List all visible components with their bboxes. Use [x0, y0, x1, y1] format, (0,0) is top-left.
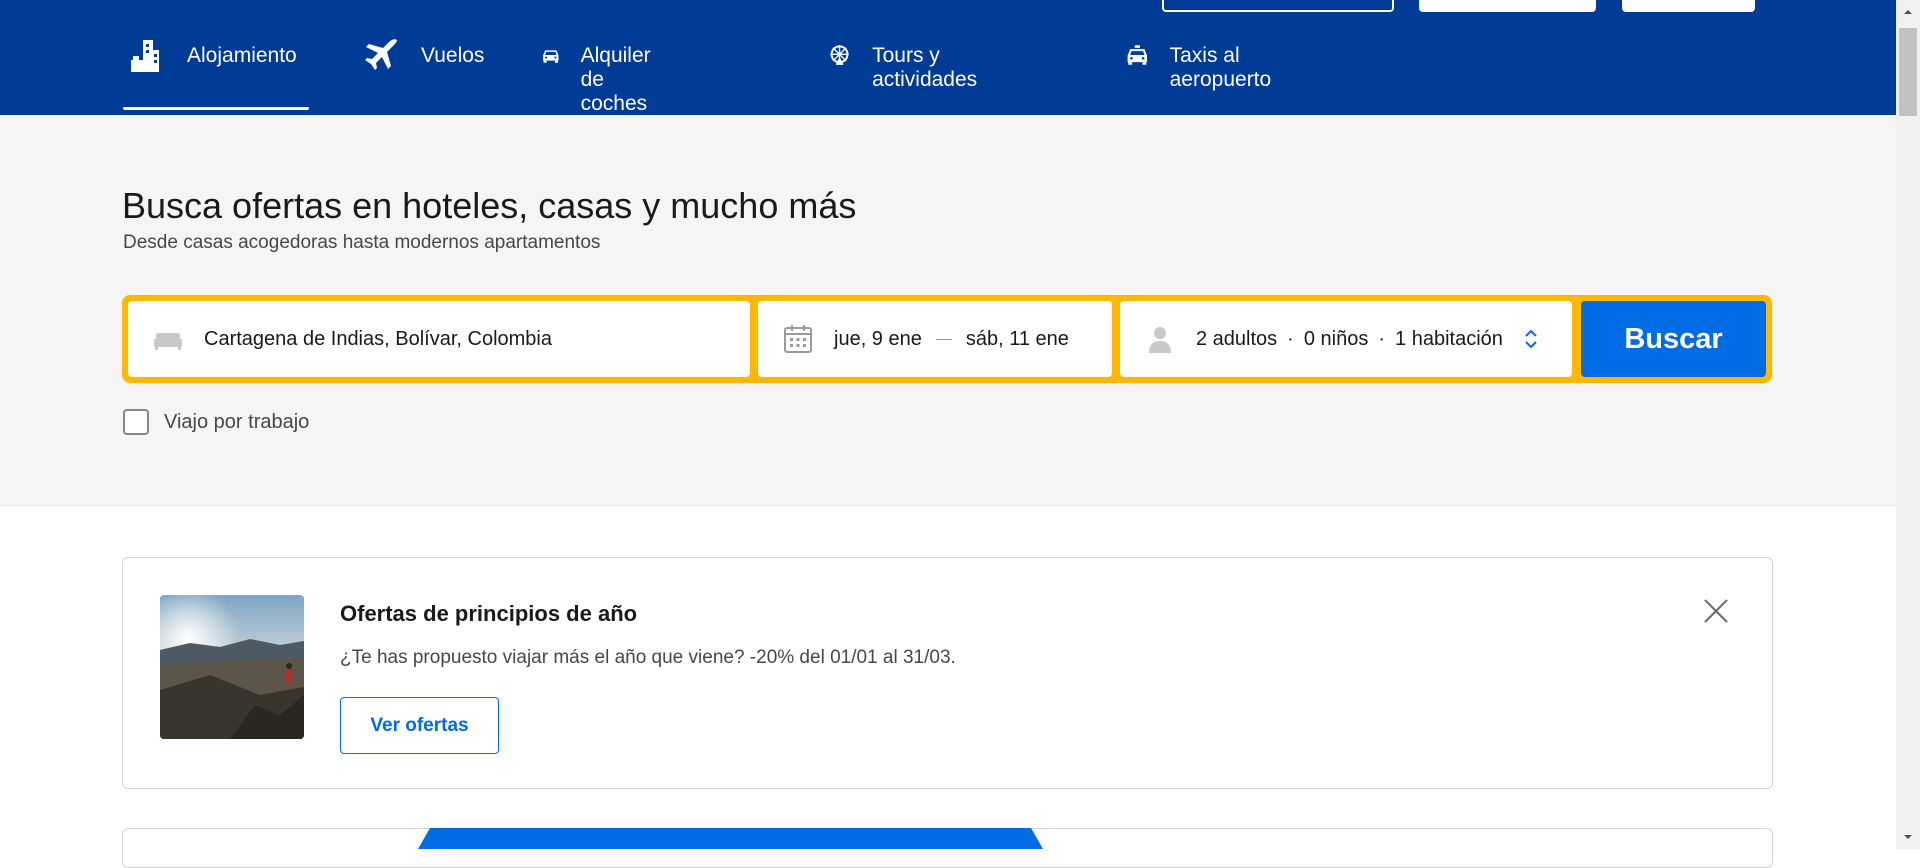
checkin-date: jue, 9 ene	[834, 327, 922, 350]
close-icon[interactable]	[1701, 596, 1731, 626]
bed-building-icon	[131, 40, 159, 72]
ferris-wheel-icon	[830, 45, 849, 65]
search-bar: Cartagena de Indias, Bolívar, Colombia j…	[122, 295, 1772, 383]
work-trip-checkbox[interactable]: Viajo por trabajo	[123, 409, 309, 435]
promo-card: Ofertas de principios de año ¿Te has pro…	[122, 557, 1773, 789]
nav-label: Tours y actividades	[872, 44, 978, 91]
header-button-3[interactable]	[1622, 0, 1755, 12]
mountain-landscape-image	[160, 595, 304, 739]
guests-field[interactable]: 2 adultos · 0 niños · 1 habitación	[1120, 301, 1572, 377]
nav-item-taxis[interactable]: Taxis al aeropuerto	[1125, 44, 1285, 98]
person-icon	[1149, 327, 1171, 353]
banner-shape-partial	[418, 828, 1043, 849]
nav-label: Alquiler de coches	[580, 44, 651, 115]
header-button-2[interactable]	[1419, 0, 1596, 12]
promo-image	[160, 595, 304, 739]
page-scrollbar[interactable]	[1896, 0, 1920, 849]
header-button-1[interactable]	[1162, 0, 1394, 12]
view-offers-button[interactable]: Ver ofertas	[340, 697, 499, 754]
promo-title: Ofertas de principios de año	[340, 601, 638, 626]
hero-section: Busca ofertas en hoteles, casas y mucho …	[0, 115, 1896, 506]
date-separator	[935, 338, 952, 340]
page-title: Busca ofertas en hoteles, casas y mucho …	[122, 185, 857, 226]
checkbox-box[interactable]	[123, 409, 149, 435]
guest-separator: ·	[1378, 327, 1386, 350]
children-value: 0 niños	[1303, 327, 1369, 350]
guest-separator: ·	[1287, 327, 1294, 350]
nav-item-tours[interactable]: Tours y actividades	[827, 44, 990, 98]
nav-item-alquiler-coches[interactable]: Alquiler de coches	[541, 44, 669, 115]
scroll-up-arrow-icon[interactable]	[1902, 6, 1914, 18]
scroll-down-arrow-icon[interactable]	[1902, 831, 1914, 843]
plane-icon	[365, 39, 397, 70]
destination-value: Cartagena de Indias, Bolívar, Colombia	[204, 327, 552, 350]
rooms-value: 1 habitación	[1395, 327, 1503, 350]
bed-icon	[154, 333, 182, 350]
destination-field[interactable]: Cartagena de Indias, Bolívar, Colombia	[128, 301, 750, 377]
nav-label: Taxis al aeropuerto	[1169, 44, 1272, 91]
scrollbar-thumb[interactable]	[1899, 28, 1917, 116]
nav-item-vuelos[interactable]: Vuelos	[363, 39, 485, 98]
taxi-icon	[1127, 45, 1148, 65]
nav-item-alojamiento[interactable]: Alojamiento	[123, 40, 309, 110]
work-trip-label: Viajo por trabajo	[164, 410, 310, 433]
adults-value: 2 adultos	[1196, 327, 1278, 350]
nav-label: Vuelos	[421, 44, 485, 67]
chevron-up-down-icon	[1525, 329, 1537, 349]
nav-label: Alojamiento	[187, 44, 297, 67]
car-icon	[543, 50, 559, 63]
dates-field[interactable]: jue, 9 ene sáb, 11 ene	[758, 301, 1112, 377]
search-button[interactable]: Buscar	[1581, 301, 1766, 377]
calendar-icon	[784, 325, 812, 353]
checkout-date: sáb, 11 ene	[965, 327, 1069, 350]
top-header: Alojamiento Vuelos Alquiler de coches To…	[0, 0, 1896, 115]
promo-description: ¿Te has propuesto viajar más el año que …	[340, 647, 956, 668]
page-subtitle: Desde casas acogedoras hasta modernos ap…	[123, 232, 601, 253]
